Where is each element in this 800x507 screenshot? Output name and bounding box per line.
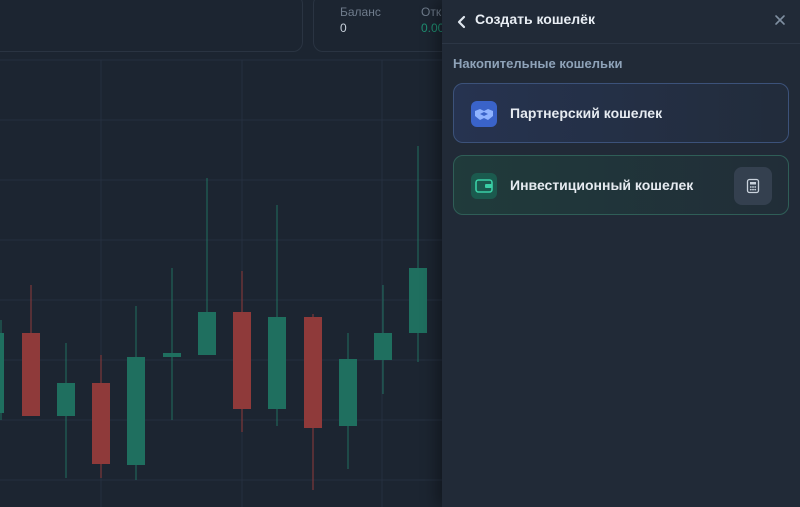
candlestick-chart (0, 59, 442, 507)
investment-wallet-label: Инвестиционный кошелек (510, 177, 694, 193)
section-title: Накопительные кошельки (453, 56, 623, 71)
panel-header: Создать кошелёк (442, 0, 800, 44)
investment-wallet-option[interactable]: Инвестиционный кошелек (453, 155, 789, 215)
candle (127, 306, 145, 480)
candle (409, 146, 427, 362)
handshake-icon (471, 101, 497, 127)
app-root: Баланс 0 Отк 0.00 Создать кошелёк Накопи… (0, 0, 800, 507)
partner-wallet-option[interactable]: Партнерский кошелек (453, 83, 789, 143)
candles (0, 146, 427, 490)
close-icon (775, 15, 785, 25)
wallet-icon (471, 173, 497, 199)
candle (304, 314, 322, 490)
candle (374, 285, 392, 394)
candle (339, 333, 357, 469)
back-button[interactable] (450, 10, 474, 34)
close-button[interactable] (768, 8, 792, 32)
trading-chart-area: Баланс 0 Отк 0.00 (0, 0, 473, 507)
create-wallet-panel: Создать кошелёк Накопительные кошельки П… (442, 0, 800, 507)
chevron-left-icon (457, 15, 466, 29)
candle (92, 355, 110, 478)
candle (0, 320, 4, 420)
candle (198, 178, 216, 355)
candle (22, 285, 40, 416)
candle (268, 205, 286, 426)
candle (57, 343, 75, 478)
candle (163, 268, 181, 420)
partner-wallet-label: Партнерский кошелек (510, 105, 663, 121)
calculator-button[interactable] (734, 167, 772, 205)
candle (233, 271, 251, 432)
calculator-icon (746, 178, 760, 194)
panel-title: Создать кошелёк (475, 11, 595, 27)
